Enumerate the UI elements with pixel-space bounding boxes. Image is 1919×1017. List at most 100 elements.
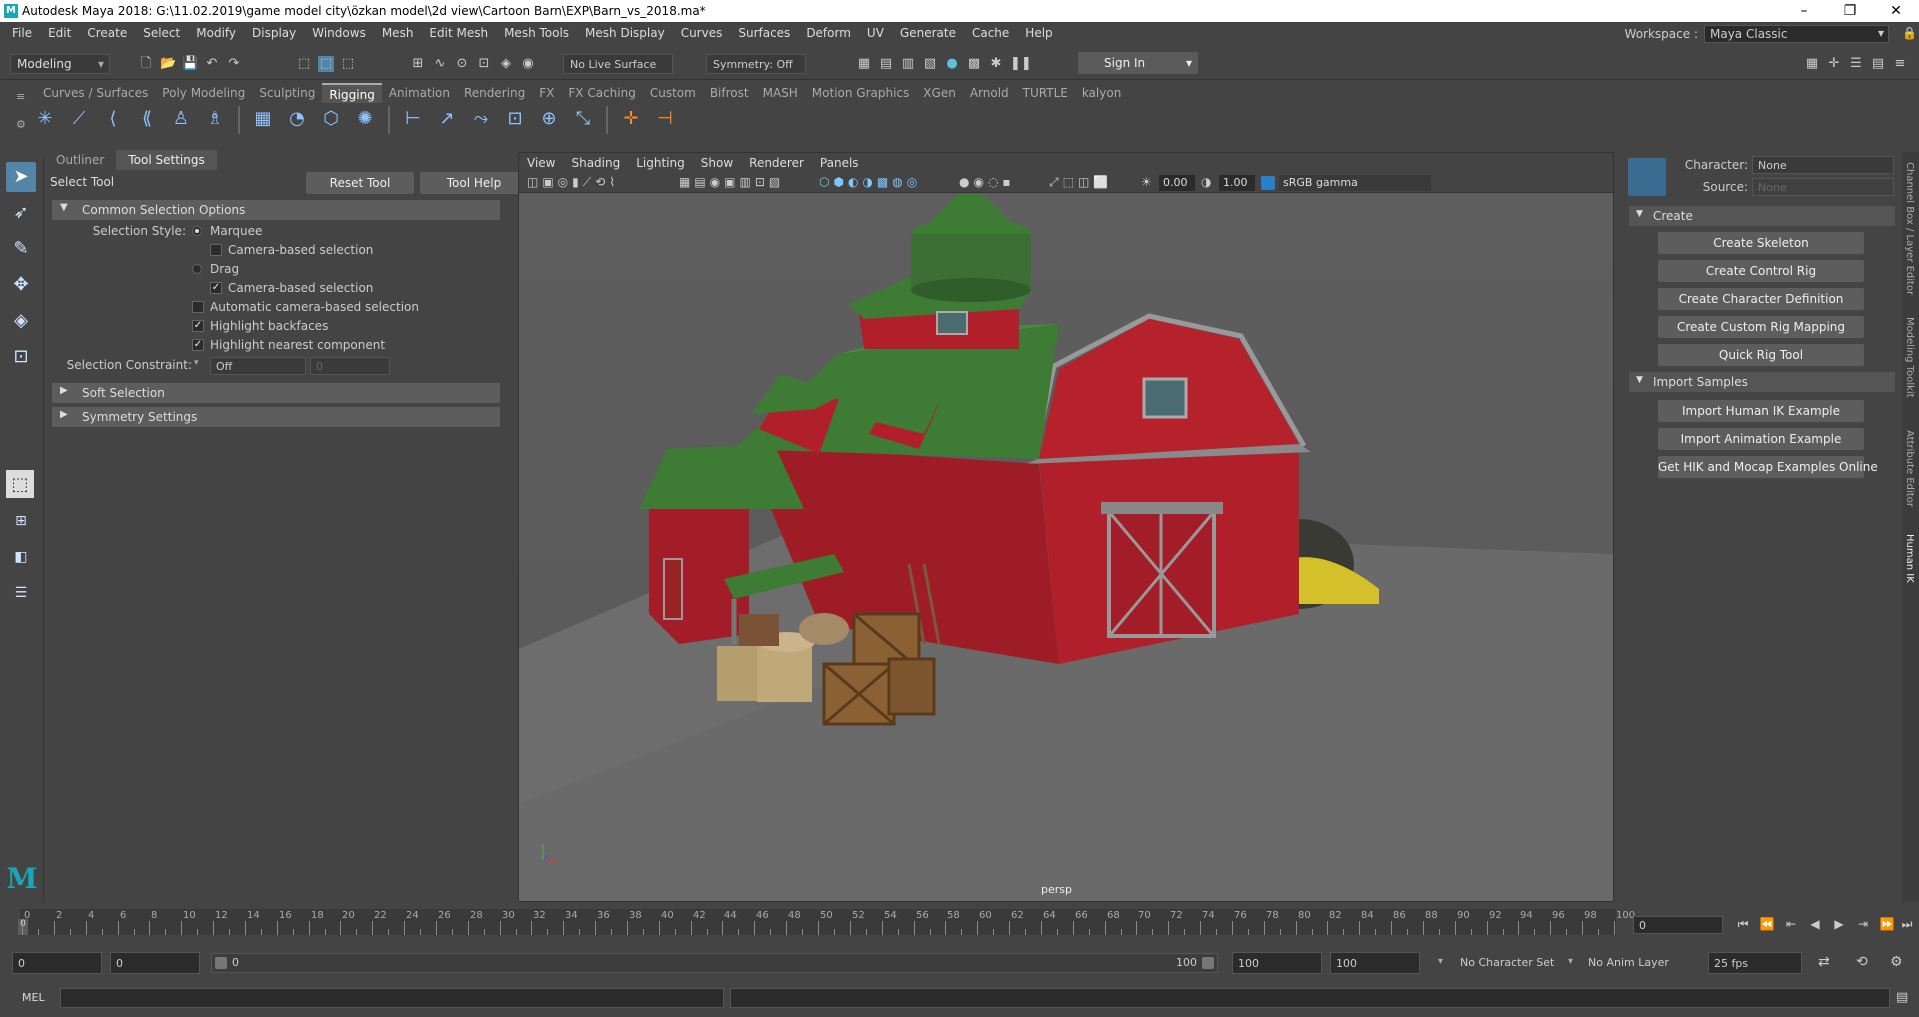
shelf-tab-custom[interactable]: Custom bbox=[643, 83, 703, 103]
render-view-icon[interactable]: ▦ bbox=[856, 56, 872, 72]
reset-tool-button[interactable]: Reset Tool bbox=[306, 172, 414, 194]
color-management-icon[interactable] bbox=[1261, 176, 1275, 190]
loop-icon[interactable]: ⇄ bbox=[1818, 954, 1830, 970]
animation-start-field[interactable]: 0 bbox=[12, 952, 102, 974]
range-start-handle[interactable] bbox=[215, 957, 227, 969]
soft-selection-section[interactable]: Soft Selection bbox=[52, 383, 500, 403]
menu-mesh-tools[interactable]: Mesh Tools bbox=[496, 26, 577, 40]
shelf-tab-sculpting[interactable]: Sculpting bbox=[252, 83, 322, 103]
common-selection-options-section[interactable]: Common Selection Options bbox=[52, 200, 500, 220]
exposure-field[interactable]: 0.00 bbox=[1159, 175, 1195, 191]
shelf-tab-bifrost[interactable]: Bifrost bbox=[703, 83, 756, 103]
menu-help[interactable]: Help bbox=[1017, 26, 1060, 40]
character-dropdown[interactable]: None bbox=[1752, 156, 1894, 174]
shelf-tab-turtle[interactable]: TURTLE bbox=[1016, 83, 1075, 103]
mel-label[interactable]: MEL bbox=[22, 991, 45, 1004]
minimize-button[interactable]: – bbox=[1781, 0, 1827, 22]
menu-cache[interactable]: Cache bbox=[964, 26, 1017, 40]
parent-constraint-icon[interactable]: ✛ bbox=[616, 104, 646, 134]
toggle-channel-box-icon[interactable]: ≡ bbox=[1892, 56, 1908, 72]
viewport-menu-show[interactable]: Show bbox=[693, 153, 741, 173]
shelf-tab-poly-modeling[interactable]: Poly Modeling bbox=[155, 83, 252, 103]
toggle-attribute-editor-icon[interactable]: ☰ bbox=[1848, 56, 1864, 72]
menu-file[interactable]: File bbox=[4, 26, 40, 40]
display-toggle-icons[interactable]: ▦▤◉▣▥⊡▧ bbox=[679, 175, 784, 189]
insert-joint-icon[interactable]: ⟋ bbox=[64, 104, 94, 134]
menu-create[interactable]: Create bbox=[79, 26, 135, 40]
tab-outliner[interactable]: Outliner bbox=[44, 150, 116, 170]
hypershade-icon[interactable]: ● bbox=[944, 56, 960, 72]
time-slider[interactable]: 0 02468101214161820222426283032343638404… bbox=[0, 905, 1919, 943]
viewport-menu-panels[interactable]: Panels bbox=[812, 153, 867, 173]
selection-constraint-value[interactable]: 0 bbox=[310, 357, 390, 375]
four-view-layout-icon[interactable]: ⊞ bbox=[6, 506, 36, 536]
symmetry-dropdown[interactable]: Symmetry: Off bbox=[706, 54, 806, 74]
character-set-arrow-icon[interactable]: ▾ bbox=[1438, 956, 1443, 967]
character-set-dropdown[interactable]: No Character Set bbox=[1460, 956, 1554, 969]
get-hik-mocap-examples-button[interactable]: Get HIK and Mocap Examples Online bbox=[1658, 456, 1878, 478]
smooth-skin-icon[interactable]: ⤳ bbox=[466, 104, 496, 134]
viewport-menu-shading[interactable]: Shading bbox=[563, 153, 628, 173]
play-forwards-icon[interactable]: ▶ bbox=[1830, 917, 1848, 933]
copy-weights-icon[interactable]: ⊕ bbox=[534, 104, 564, 134]
undo-icon[interactable]: ↶ bbox=[204, 56, 220, 72]
step-forward-key-icon[interactable]: ⇥ bbox=[1854, 917, 1872, 933]
lattice-icon[interactable]: ▦ bbox=[248, 104, 278, 134]
go-to-end-icon[interactable]: ⏭ bbox=[1898, 917, 1916, 933]
snap-view-icon[interactable]: ⊡ bbox=[476, 56, 492, 72]
auto-camera-checkbox[interactable] bbox=[192, 301, 204, 313]
toggle-modeling-toolkit-icon[interactable]: ▦ bbox=[1804, 56, 1820, 72]
shelf-settings-icon[interactable]: ⚙ bbox=[16, 118, 26, 131]
snap-curve-icon[interactable]: ∿ bbox=[432, 56, 448, 72]
current-frame-field[interactable]: 0 bbox=[1633, 916, 1723, 934]
menu-display[interactable]: Display bbox=[244, 26, 304, 40]
toggle-hik-icon[interactable]: ✛ bbox=[1826, 56, 1842, 72]
camera-based-checkbox-1[interactable] bbox=[210, 244, 222, 256]
sign-in-button[interactable]: Sign In bbox=[1078, 52, 1198, 74]
symmetry-settings-section[interactable]: Symmetry Settings bbox=[52, 407, 500, 427]
toggle-tool-settings-icon[interactable]: ▤ bbox=[1870, 56, 1886, 72]
playback-start-field[interactable]: 0 bbox=[110, 952, 200, 974]
menu-generate[interactable]: Generate bbox=[892, 26, 964, 40]
hik-skeleton-icon[interactable]: ♗ bbox=[200, 104, 230, 134]
animation-end-field[interactable]: 100 bbox=[1330, 952, 1420, 974]
select-hierarchy-icon[interactable]: ⬚ bbox=[296, 56, 312, 72]
drag-radio[interactable] bbox=[192, 264, 202, 274]
side-tab-channel-box[interactable]: Channel Box / Layer Editor bbox=[1904, 162, 1915, 295]
ipr-render-icon[interactable]: ▥ bbox=[900, 56, 916, 72]
shading-mode-icons[interactable]: ⬡⬢◐◑▩◍◎ bbox=[819, 175, 921, 189]
paint-weights-icon[interactable]: ↗ bbox=[432, 104, 462, 134]
shelf-tab-animation[interactable]: Animation bbox=[382, 83, 457, 103]
camera-tools-icons[interactable]: ◫▣◎▮⟋⟲⌇ bbox=[527, 175, 619, 190]
step-back-key-icon[interactable]: ⇤ bbox=[1782, 917, 1800, 933]
side-tab-attribute-editor[interactable]: Attribute Editor bbox=[1904, 430, 1915, 507]
bind-skin-icon[interactable]: ⊢ bbox=[398, 104, 428, 134]
open-scene-icon[interactable]: 📂 bbox=[160, 56, 176, 72]
viewport-menu-view[interactable]: View bbox=[519, 153, 563, 173]
workspace-dropdown[interactable]: Maya Classic bbox=[1704, 25, 1889, 43]
rotate-tool-icon[interactable]: ◈ bbox=[6, 306, 36, 336]
redo-icon[interactable]: ↷ bbox=[226, 56, 242, 72]
close-button[interactable]: ✕ bbox=[1873, 0, 1919, 22]
wrap-icon[interactable]: ⬡ bbox=[316, 104, 346, 134]
shelf-tab-kalyon[interactable]: kalyon bbox=[1075, 83, 1128, 103]
create-custom-rig-mapping-button[interactable]: Create Custom Rig Mapping bbox=[1658, 316, 1864, 338]
menu-curves[interactable]: Curves bbox=[673, 26, 731, 40]
create-control-rig-button[interactable]: Create Control Rig bbox=[1658, 260, 1864, 282]
step-forward-frame-icon[interactable]: ⏩ bbox=[1878, 917, 1896, 933]
scale-tool-icon[interactable]: ⊡ bbox=[6, 342, 36, 372]
maximize-button[interactable]: ❐ bbox=[1827, 0, 1873, 22]
menu-mesh[interactable]: Mesh bbox=[374, 26, 422, 40]
menu-edit-mesh[interactable]: Edit Mesh bbox=[421, 26, 496, 40]
hik-logo-icon[interactable] bbox=[1628, 158, 1666, 196]
shelf-tab-mash[interactable]: MASH bbox=[756, 83, 805, 103]
lasso-tool-icon[interactable]: ➶ bbox=[6, 198, 36, 228]
single-perspective-layout-icon[interactable]: ⬚ bbox=[6, 470, 34, 498]
persp-outliner-layout-icon[interactable]: ◧ bbox=[6, 542, 36, 572]
shelf-tab-fx[interactable]: FX bbox=[532, 83, 561, 103]
anim-layer-arrow-icon[interactable]: ▾ bbox=[1568, 956, 1573, 967]
ik-spline-icon[interactable]: ⟪ bbox=[132, 104, 162, 134]
ik-handle-icon[interactable]: ⟨ bbox=[98, 104, 128, 134]
snap-point-icon[interactable]: ⊙ bbox=[454, 56, 470, 72]
render-settings-icon[interactable]: ▧ bbox=[922, 56, 938, 72]
